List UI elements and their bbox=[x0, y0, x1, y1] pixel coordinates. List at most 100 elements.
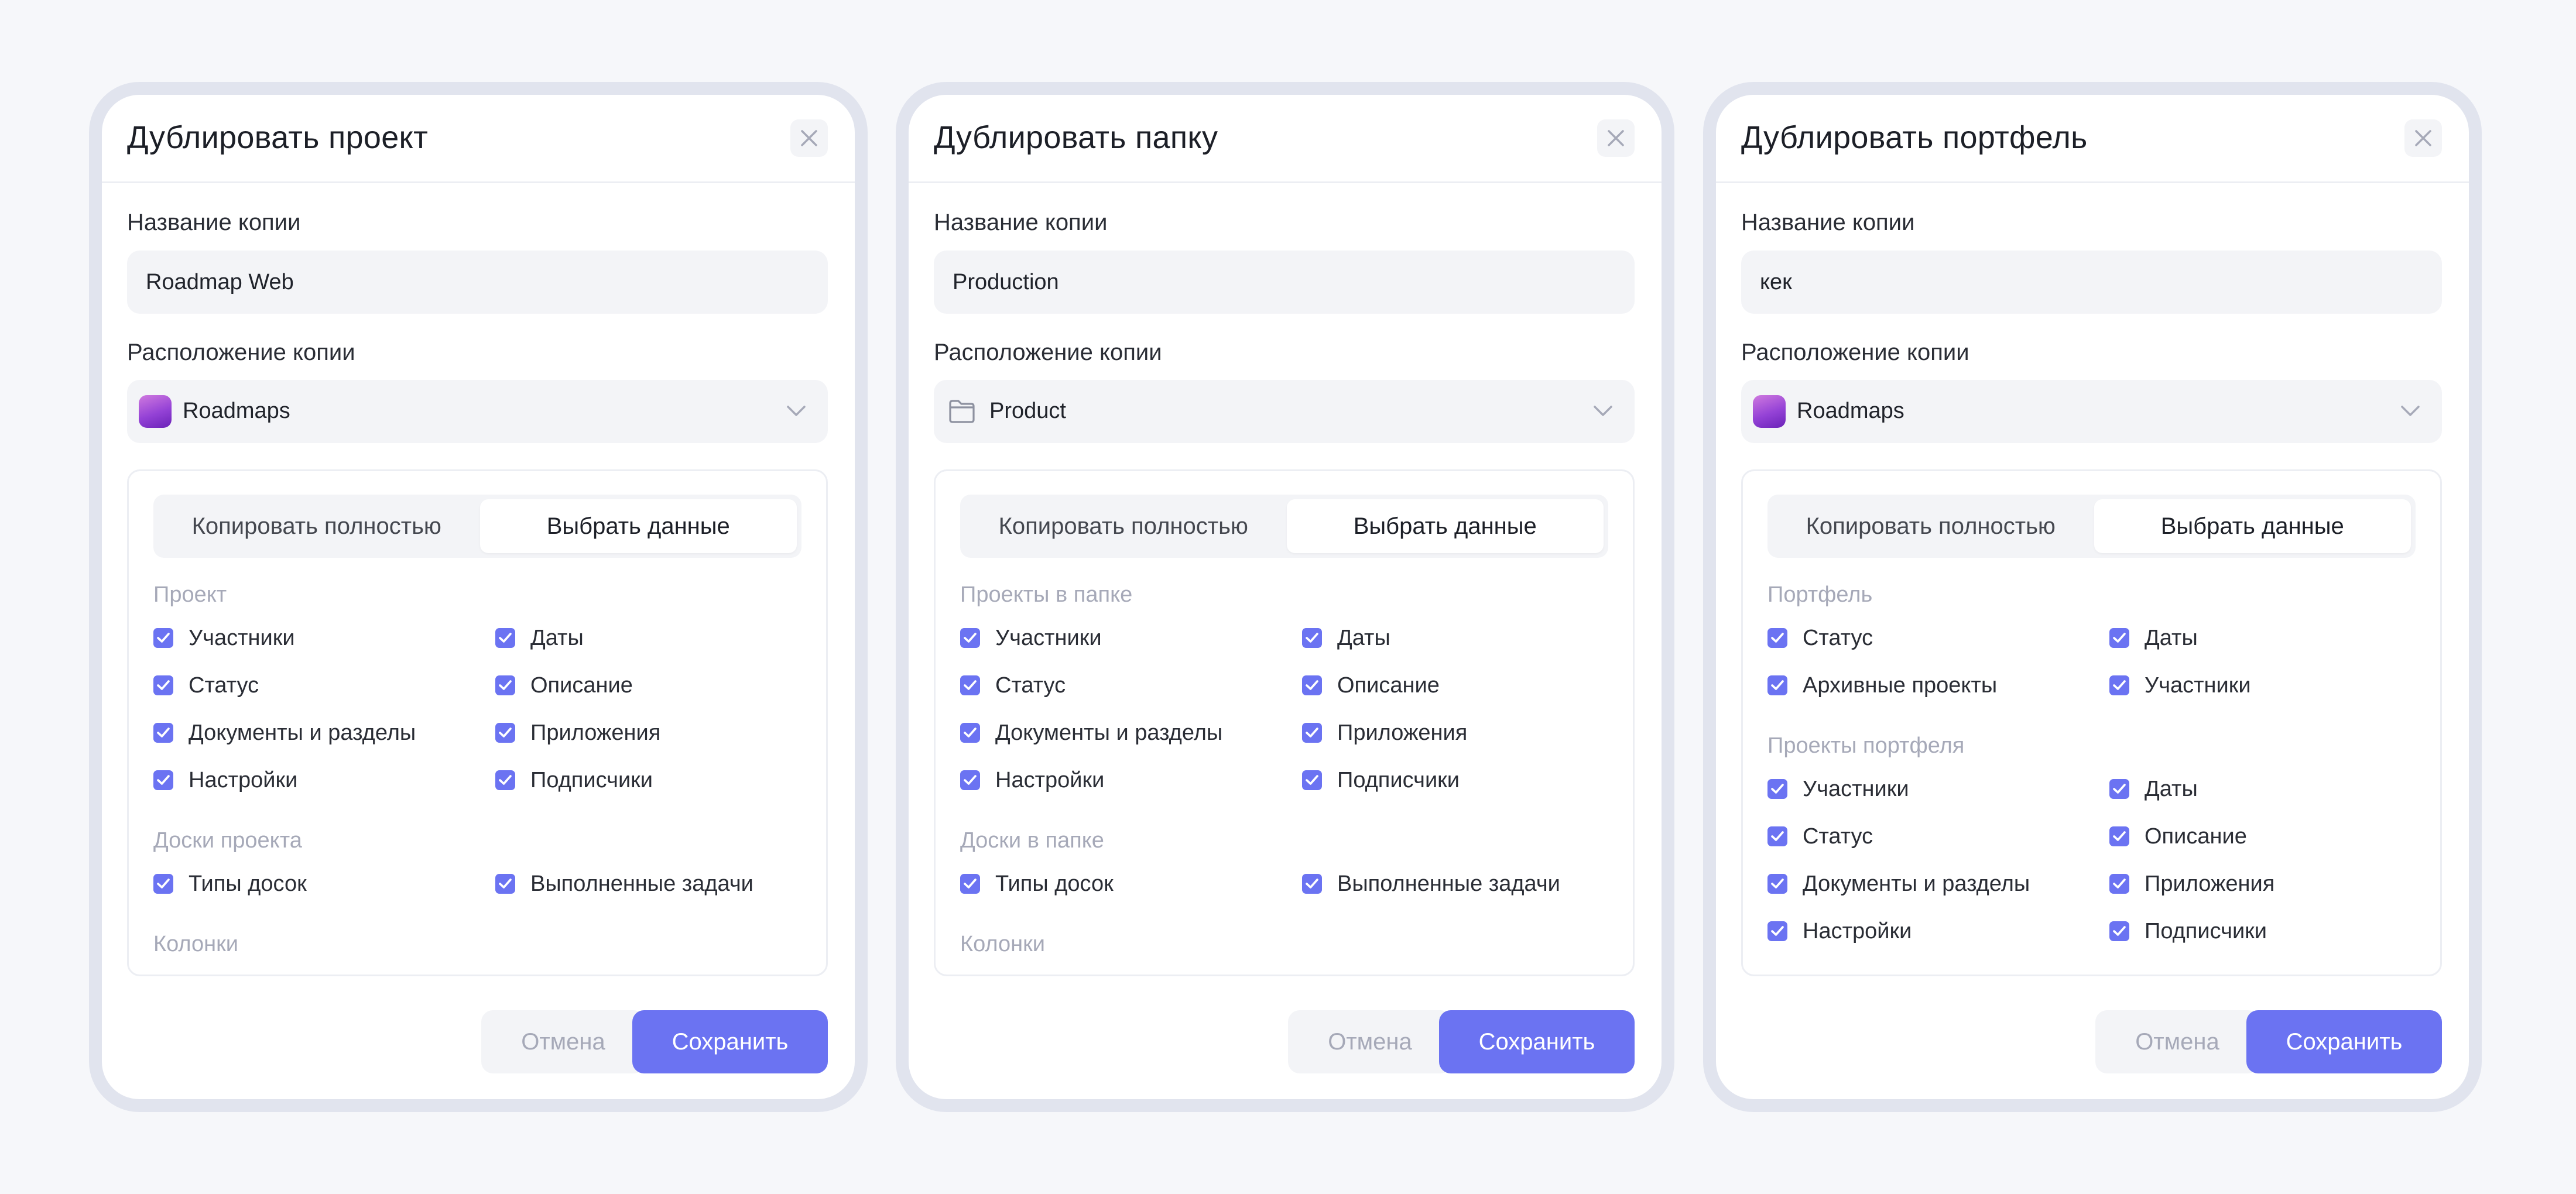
checkbox-checked-icon bbox=[153, 874, 173, 894]
option-label: Выполненные задачи bbox=[1337, 872, 1560, 896]
option-label: Описание bbox=[530, 673, 633, 698]
select-data-tab[interactable]: Выбрать данные bbox=[2094, 499, 2411, 553]
option-label: Приложения bbox=[530, 720, 661, 745]
page: Дублировать проект Название копии Располож… bbox=[0, 0, 2576, 1194]
option-label: Подписчики bbox=[530, 768, 653, 792]
checkbox-checked-icon bbox=[1302, 770, 1322, 790]
option-label: Даты bbox=[1337, 626, 1390, 650]
duplicate-dialog: Дублировать портфель Название копии Распол… bbox=[1716, 95, 2469, 1099]
duplicate-dialog: Дублировать проект Название копии Располож… bbox=[102, 95, 855, 1099]
option-label: Участники bbox=[1803, 777, 1909, 801]
copy-location-value: Product bbox=[989, 399, 1066, 423]
checkbox-checked-icon bbox=[1302, 723, 1322, 743]
option-label: Типы досок bbox=[189, 872, 307, 896]
chevron-down-icon bbox=[2399, 402, 2422, 423]
duplicate-dialog: Дублировать папку Название копии Расположе… bbox=[909, 95, 1662, 1099]
copy-name-label: Название копии bbox=[1741, 210, 1915, 235]
checkbox-checked-icon bbox=[2109, 675, 2129, 695]
section-title: Доски в папке bbox=[960, 828, 1104, 853]
folder-icon bbox=[946, 395, 978, 428]
section-title: Портфель bbox=[1767, 582, 1873, 607]
copy-location-value: Roadmaps bbox=[1797, 399, 1904, 423]
checkbox-checked-icon bbox=[960, 723, 980, 743]
option-label: Описание bbox=[1337, 673, 1440, 698]
copy-all-tab[interactable]: Копировать полностью bbox=[158, 499, 475, 553]
copy-location-label: Расположение копии bbox=[934, 339, 1162, 365]
option-label: Настройки bbox=[189, 768, 298, 792]
option-label: Архивные проекты bbox=[1803, 673, 1998, 698]
checkbox-checked-icon bbox=[495, 770, 515, 790]
checkbox-checked-icon bbox=[960, 675, 980, 695]
app-icon bbox=[1753, 395, 1786, 428]
copy-mode-switch: Копировать полностью Выбрать данные bbox=[1767, 495, 2416, 558]
close-button[interactable] bbox=[790, 119, 828, 157]
section-title: Колонки bbox=[960, 932, 1046, 956]
save-button[interactable]: Сохранить bbox=[632, 1010, 828, 1073]
chevron-down-icon bbox=[1591, 402, 1615, 423]
select-data-tab[interactable]: Выбрать данные bbox=[1286, 499, 1604, 553]
option-label: Участники bbox=[2145, 673, 2251, 698]
copy-mode-switch: Копировать полностью Выбрать данные bbox=[960, 495, 1608, 558]
save-button[interactable]: Сохранить bbox=[2246, 1010, 2442, 1073]
option-label: Статус bbox=[995, 673, 1066, 698]
checkbox-checked-icon bbox=[495, 874, 515, 894]
checkbox-checked-icon bbox=[1767, 675, 1787, 695]
option-label: Участники bbox=[995, 626, 1102, 650]
checkbox-checked-icon bbox=[2109, 779, 2129, 799]
save-button[interactable]: Сохранить bbox=[1439, 1010, 1635, 1073]
checkbox-checked-icon bbox=[1767, 826, 1787, 846]
checkbox-checked-icon bbox=[1767, 779, 1787, 799]
option-label: Описание bbox=[2145, 824, 2247, 849]
option-label: Приложения bbox=[1337, 720, 1468, 745]
copy-name-input[interactable] bbox=[934, 251, 1635, 314]
checkbox-checked-icon bbox=[960, 874, 980, 894]
option-label: Подписчики bbox=[2145, 919, 2267, 943]
copy-options-panel: Копировать полностью Выбрать данные Проект… bbox=[127, 469, 828, 976]
checkbox-checked-icon bbox=[153, 675, 173, 695]
checkbox-checked-icon bbox=[1302, 675, 1322, 695]
checkbox-checked-icon bbox=[495, 675, 515, 695]
select-data-tab[interactable]: Выбрать данные bbox=[479, 499, 797, 553]
section-title: Колонки bbox=[153, 932, 239, 956]
chevron-down-icon bbox=[785, 402, 808, 423]
cancel-button[interactable]: Отмена bbox=[2095, 1010, 2259, 1073]
option-label: Подписчики bbox=[1337, 768, 1460, 792]
app-icon bbox=[139, 395, 172, 428]
dialog-title: Дублировать портфель bbox=[1741, 120, 2088, 155]
copy-location-select[interactable]: Roadmaps bbox=[1741, 380, 2442, 443]
copy-all-tab[interactable]: Копировать полностью bbox=[1772, 499, 2089, 553]
dialog-header: Дублировать портфель bbox=[1716, 95, 2469, 183]
checkbox-checked-icon bbox=[2109, 921, 2129, 941]
checkbox-checked-icon bbox=[2109, 628, 2129, 648]
copy-name-label: Название копии bbox=[127, 210, 301, 235]
close-button[interactable] bbox=[1597, 119, 1635, 157]
option-label: Выполненные задачи bbox=[530, 872, 753, 896]
checkbox-checked-icon bbox=[1302, 628, 1322, 648]
cancel-button[interactable]: Отмена bbox=[1288, 1010, 1452, 1073]
dialog-frame: Дублировать портфель Название копии Распол… bbox=[1703, 82, 2482, 1112]
section-title: Проекты портфеля bbox=[1767, 733, 1965, 758]
section-title: Проект bbox=[153, 582, 227, 607]
option-label: Настройки bbox=[995, 768, 1105, 792]
copy-location-select[interactable]: Product bbox=[934, 380, 1635, 443]
dialog-title: Дублировать папку bbox=[934, 120, 1218, 155]
dialog-frame: Дублировать папку Название копии Расположе… bbox=[896, 82, 1674, 1112]
copy-location-label: Расположение копии bbox=[1741, 339, 1969, 365]
option-label: Настройки bbox=[1803, 919, 1912, 943]
copy-name-input[interactable] bbox=[127, 251, 828, 314]
option-label: Документы и разделы bbox=[995, 720, 1223, 745]
cancel-button[interactable]: Отмена bbox=[481, 1010, 645, 1073]
checkbox-checked-icon bbox=[495, 628, 515, 648]
copy-location-value: Roadmaps bbox=[183, 399, 290, 423]
copy-name-input[interactable] bbox=[1741, 251, 2442, 314]
dialog-title: Дублировать проект bbox=[127, 120, 429, 155]
copy-location-select[interactable]: Roadmaps bbox=[127, 380, 828, 443]
option-label: Даты bbox=[530, 626, 584, 650]
checkbox-checked-icon bbox=[2109, 874, 2129, 894]
close-button[interactable] bbox=[2404, 119, 2442, 157]
checkbox-checked-icon bbox=[1767, 921, 1787, 941]
option-label: Статус bbox=[1803, 824, 1873, 849]
copy-all-tab[interactable]: Копировать полностью bbox=[965, 499, 1282, 553]
option-label: Даты bbox=[2145, 777, 2198, 801]
dialog-frame: Дублировать проект Название копии Располож… bbox=[89, 82, 868, 1112]
